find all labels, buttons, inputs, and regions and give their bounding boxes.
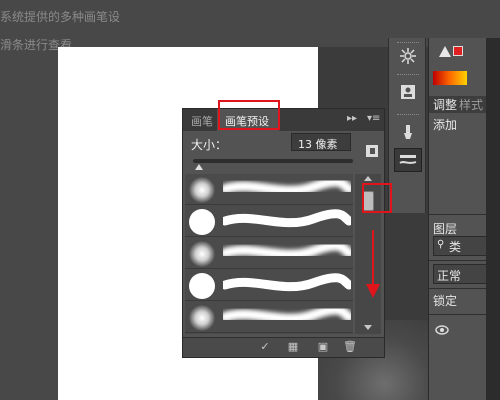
scroll-down-icon[interactable] <box>364 325 372 330</box>
lock-label: 锁定 <box>433 294 458 308</box>
brush-preset-icon[interactable] <box>394 148 422 172</box>
brush-preset-row[interactable] <box>185 206 353 237</box>
panel-dock <box>388 38 426 213</box>
panel-menu-icon[interactable]: ▾≡ <box>367 113 380 124</box>
user-badge-icon[interactable] <box>394 80 422 104</box>
down-arrow-line <box>372 230 374 288</box>
tab-brush[interactable]: 画笔 <box>191 113 213 129</box>
brush-preset-row[interactable] <box>185 270 353 301</box>
new-brush-preset-icon[interactable] <box>366 143 380 157</box>
brush-toggle-icon[interactable]: ✓ <box>259 341 271 353</box>
panel-footer: ✓ ▦ ▣ 🗑 <box>183 337 384 357</box>
panel-edge-strip <box>486 38 500 400</box>
brush-preset-row[interactable] <box>185 174 353 205</box>
panel-separator <box>429 314 487 315</box>
brush-stroke-preview <box>223 273 351 292</box>
brush-stroke-preview <box>223 241 351 260</box>
soft-round-brush-icon <box>187 176 217 204</box>
brush-stroke-preview <box>223 177 351 196</box>
brush-preset-row[interactable] <box>185 238 353 269</box>
tab-style[interactable]: 样式 <box>459 96 483 113</box>
hard-round-brush-icon <box>187 272 217 300</box>
eye-icon[interactable] <box>435 324 449 338</box>
panel-separator <box>429 260 487 261</box>
blend-mode-value: 正常 <box>437 269 462 283</box>
soft-round-brush-icon <box>187 304 217 332</box>
size-slider-thumb[interactable] <box>195 164 203 170</box>
brush-preset-row[interactable] <box>185 302 353 333</box>
color-swatch-icon[interactable] <box>453 46 463 56</box>
dock-grip[interactable] <box>397 114 419 116</box>
scroll-up-icon[interactable] <box>364 176 372 181</box>
collapse-arrows-icon[interactable]: ▸▸ <box>347 113 357 124</box>
new-preset-icon[interactable]: ▣ <box>317 341 329 353</box>
add-adjustment-label: 添加 <box>433 118 458 132</box>
soft-round-brush-icon <box>187 240 217 268</box>
right-panel: 调整 样式 添加 图层 ⚲ 类 正常 锁定 <box>428 38 500 400</box>
search-icon: ⚲ <box>437 239 445 250</box>
compass-icon[interactable] <box>394 44 422 68</box>
layers-tab[interactable]: 图层 <box>433 220 457 237</box>
highlight-box-tab <box>218 100 280 130</box>
layer-filter-label: 类 <box>449 240 462 254</box>
trash-icon[interactable]: 🗑 <box>343 341 357 353</box>
grid-view-icon[interactable]: ▦ <box>287 341 299 353</box>
size-slider[interactable] <box>193 159 353 163</box>
brush-preset-panel: 画笔 画笔预设 ▸▸ ▾≡ 大小： 13 像素 ✓ ▦ ▣ 🗑 <box>182 108 385 358</box>
warning-icon <box>439 46 451 57</box>
panel-separator <box>429 214 487 215</box>
down-arrow-head <box>366 284 380 298</box>
color-gradient-swatch[interactable] <box>433 71 467 85</box>
panel-separator <box>429 288 487 289</box>
dock-grip[interactable] <box>397 74 419 76</box>
tab-adjust[interactable]: 调整 <box>433 96 457 113</box>
brush-icon[interactable] <box>394 120 422 144</box>
brush-stroke-preview <box>223 305 351 324</box>
brush-stroke-preview <box>223 209 351 228</box>
tutorial-text-line-1: 系统提供的多种画笔设 <box>0 10 121 24</box>
brush-preset-list[interactable] <box>185 174 353 334</box>
size-label: 大小： <box>191 138 228 152</box>
size-field[interactable]: 13 像素 <box>291 133 351 151</box>
hard-round-brush-icon <box>187 208 217 236</box>
highlight-box-scroll <box>362 183 392 213</box>
